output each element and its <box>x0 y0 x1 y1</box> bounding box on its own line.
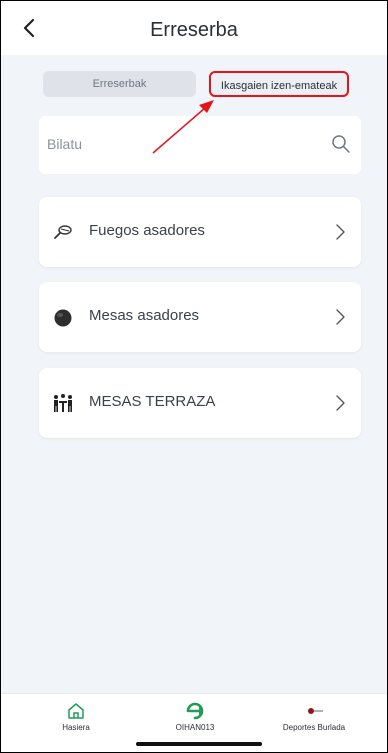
home-indicator <box>136 742 262 746</box>
nav-item-oihan013[interactable]: OIHAN013 <box>140 700 250 732</box>
club-logo-icon <box>308 708 323 714</box>
nav-label: OIHAN013 <box>175 723 215 732</box>
terrace-tables-icon <box>54 394 72 412</box>
grill-icon <box>54 225 72 239</box>
nav-label: Deportes Burlada <box>282 723 346 732</box>
nav-item-hasiera[interactable]: Hasiera <box>21 700 131 732</box>
list-item-mesas-terraza[interactable]: MESAS TERRAZA <box>39 368 361 438</box>
nav-label: Hasiera <box>62 723 90 732</box>
home-icon <box>68 703 84 719</box>
app-screen: Erreserba Erreserbak Ikasgaien izen-emat… <box>0 0 388 753</box>
search-icon <box>332 135 350 153</box>
round-table-icon <box>54 309 72 327</box>
list-item-mesas-asadores[interactable]: Mesas asadores <box>39 282 361 352</box>
nav-item-deportes-burlada[interactable]: Deportes Burlada <box>259 700 369 732</box>
app-logo-icon <box>186 702 204 720</box>
search-input[interactable]: Bilatu <box>39 116 361 174</box>
search-placeholder: Bilatu <box>47 136 83 152</box>
chevron-right-icon <box>336 395 345 411</box>
list-item-label: Mesas asadores <box>89 307 200 324</box>
tab-erreserbak[interactable]: Erreserbak <box>43 71 196 97</box>
list-item-fuegos-asadores[interactable]: Fuegos asadores <box>39 197 361 267</box>
list-item-label: Fuegos asadores <box>89 222 205 239</box>
page-title: Erreserba <box>150 19 238 41</box>
list-item-label: MESAS TERRAZA <box>89 393 216 410</box>
chevron-right-icon <box>336 224 345 240</box>
chevron-right-icon <box>336 309 345 325</box>
bottom-navigation: Hasiera OIHAN013 Deportes Burlada <box>1 693 387 752</box>
tab-ikasgaien-izen-emateak[interactable]: Ikasgaien izen-emateak <box>209 71 349 97</box>
header-bar: Erreserba <box>1 1 387 55</box>
